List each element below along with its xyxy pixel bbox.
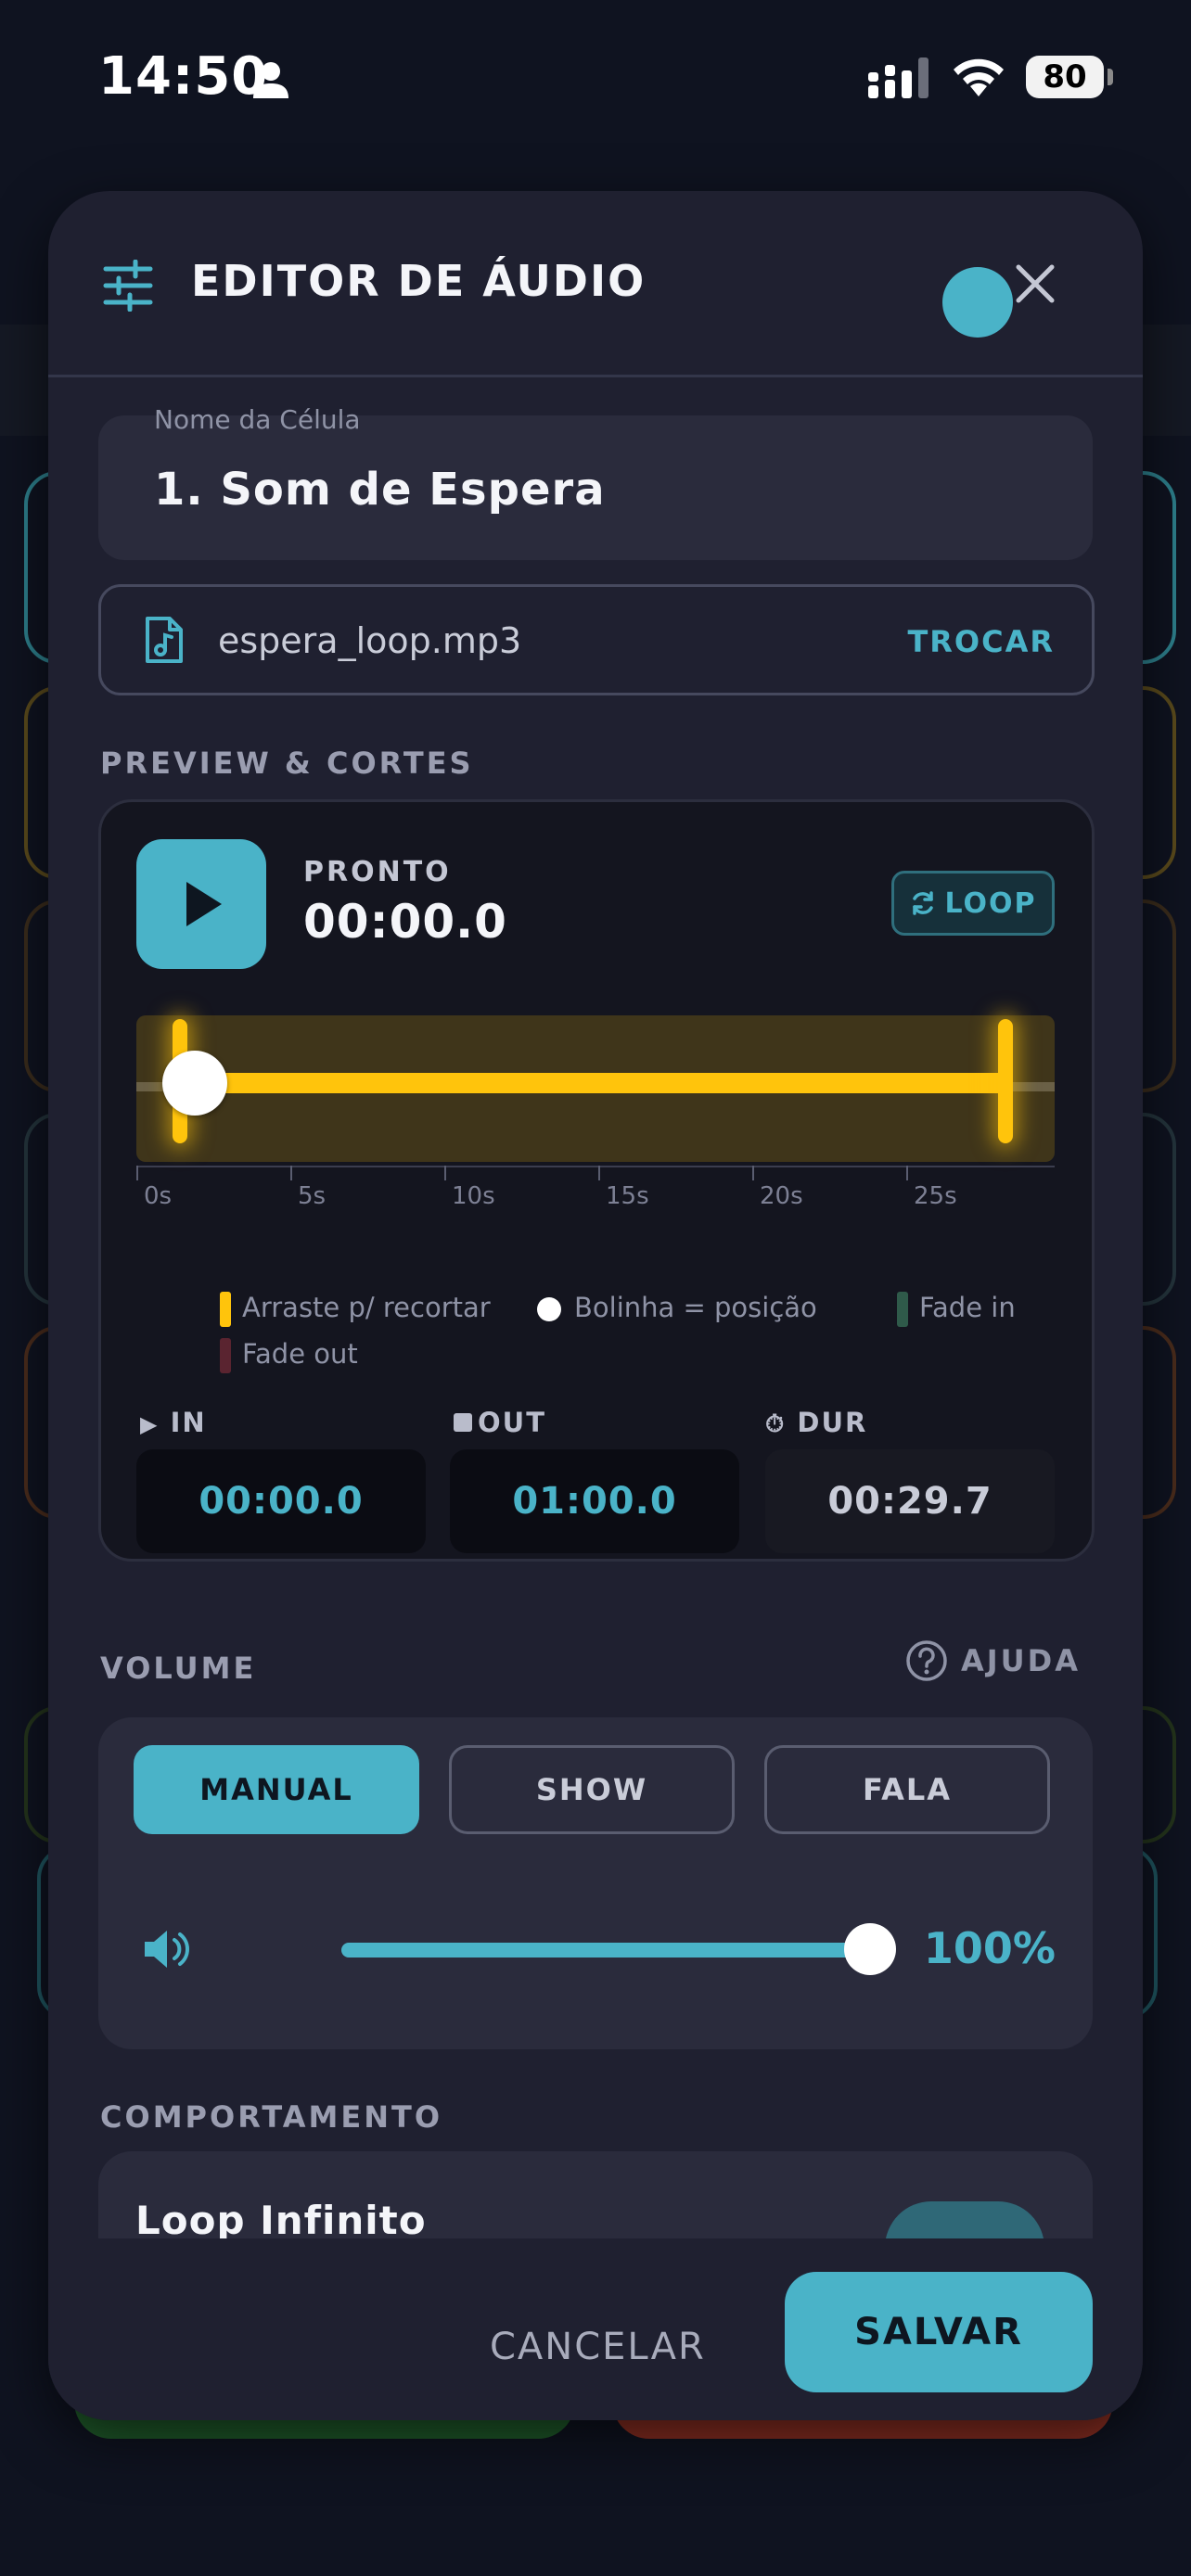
battery-indicator: 80 — [1026, 56, 1104, 98]
behavior-section-title: COMPORTAMENTO — [100, 2099, 443, 2135]
timeline-tick — [444, 1166, 446, 1180]
out-label: OUT — [454, 1407, 546, 1438]
person-icon — [253, 62, 288, 98]
timeline-tick — [906, 1166, 908, 1180]
legend-position: Bolinha = posição — [537, 1292, 817, 1323]
stopwatch-icon: ⏱ — [765, 1410, 787, 1438]
timeline-tick-label: 20s — [760, 1182, 803, 1210]
music-file-icon — [146, 617, 183, 663]
signal-icon — [868, 57, 928, 98]
playhead-knob[interactable] — [162, 1051, 227, 1116]
legend-trim: Arraste p/ recortar — [220, 1292, 491, 1327]
in-time-field[interactable]: 00:00.0 — [136, 1449, 426, 1553]
mode-show-button[interactable]: SHOW — [449, 1745, 735, 1834]
timeline-tick-label: 10s — [452, 1182, 495, 1210]
help-icon — [906, 1640, 947, 1681]
out-time-field[interactable]: 01:00.0 — [450, 1449, 739, 1553]
timeline-tick — [290, 1166, 292, 1180]
loop-toggle-chip[interactable]: LOOP — [891, 871, 1055, 936]
loop-infinite-toggle-thumb[interactable] — [942, 267, 1013, 338]
sliders-icon — [103, 260, 153, 312]
trim-end-handle[interactable] — [998, 1019, 1013, 1143]
modal-title: EDITOR DE ÁUDIO — [191, 256, 647, 306]
loop-infinite-label: Loop Infinito — [135, 2198, 427, 2243]
mode-manual-button[interactable]: MANUAL — [134, 1745, 419, 1834]
legend-fade-out: Fade out — [220, 1338, 358, 1373]
dur-label: ⏱ DUR — [765, 1407, 868, 1438]
fade-in-swatch — [897, 1292, 908, 1327]
speaker-icon — [145, 1931, 189, 1968]
cell-name-value[interactable]: 1. Som de Espera — [154, 464, 606, 516]
timeline-tick-label: 25s — [914, 1182, 957, 1210]
timeline-tick — [598, 1166, 600, 1180]
save-button[interactable]: SALVAR — [785, 2272, 1093, 2392]
audio-editor-modal: EDITOR DE ÁUDIO Nome da Célula 1. Som de… — [48, 191, 1143, 2420]
close-icon[interactable] — [1009, 258, 1061, 310]
timeline-tick — [752, 1166, 754, 1180]
cell-name-label: Nome da Célula — [154, 404, 361, 435]
playback-time: 00:00.0 — [303, 895, 507, 949]
waveform-timeline[interactable] — [136, 1015, 1055, 1162]
legend-trim-label: Arraste p/ recortar — [242, 1292, 491, 1323]
timeline-tick-label: 5s — [298, 1182, 327, 1210]
audio-file-name: espera_loop.mp3 — [218, 620, 522, 661]
timeline-tick-label: 15s — [606, 1182, 649, 1210]
volume-slider-thumb[interactable] — [844, 1923, 896, 1975]
mode-fala-button[interactable]: FALA — [764, 1745, 1050, 1834]
preview-section-title: PREVIEW & CORTES — [100, 746, 474, 781]
timeline-tick — [136, 1166, 138, 1180]
volume-slider[interactable] — [341, 1943, 889, 1958]
battery-tip — [1108, 69, 1113, 85]
volume-card: MANUAL SHOW FALA 100% — [98, 1717, 1093, 2049]
stop-small-icon — [454, 1413, 472, 1432]
position-swatch — [537, 1297, 561, 1321]
timeline-axis — [136, 1166, 1055, 1167]
playback-state: PRONTO — [303, 856, 452, 888]
in-label: ▶ IN — [140, 1407, 207, 1438]
legend-fade-in: Fade in — [897, 1292, 1016, 1327]
legend-position-label: Bolinha = posição — [574, 1292, 817, 1323]
volume-section-title: VOLUME — [100, 1651, 257, 1686]
legend-fade-in-label: Fade in — [919, 1292, 1016, 1323]
audio-file-row: espera_loop.mp3 TROCAR — [98, 584, 1095, 695]
duration-value: 00:29.7 — [765, 1449, 1055, 1553]
play-small-icon: ▶ — [140, 1411, 160, 1437]
legend-fade-out-label: Fade out — [242, 1338, 358, 1370]
cell-name-field[interactable]: Nome da Célula 1. Som de Espera — [98, 404, 1093, 560]
wifi-icon — [954, 58, 1004, 96]
volume-value: 100% — [923, 1923, 1056, 1973]
swap-file-button[interactable]: TROCAR — [907, 624, 1055, 659]
loop-icon — [913, 891, 934, 915]
status-time: 14:50 — [98, 46, 269, 107]
preview-card: PRONTO 00:00.0 LOOP 0s 5s 10s 15s 20s 25… — [98, 799, 1095, 1562]
fade-out-swatch — [220, 1338, 231, 1373]
play-icon — [186, 882, 222, 926]
cancel-button[interactable]: CANCELAR — [490, 2326, 706, 2368]
loop-label: LOOP — [944, 886, 1037, 920]
trim-range — [175, 1073, 1001, 1093]
help-label: AJUDA — [961, 1643, 1081, 1678]
help-button[interactable]: AJUDA — [905, 1639, 1081, 1682]
trim-swatch — [220, 1292, 231, 1327]
play-button[interactable] — [136, 839, 266, 969]
header-divider — [48, 375, 1143, 377]
timeline-tick-label: 0s — [144, 1182, 173, 1210]
